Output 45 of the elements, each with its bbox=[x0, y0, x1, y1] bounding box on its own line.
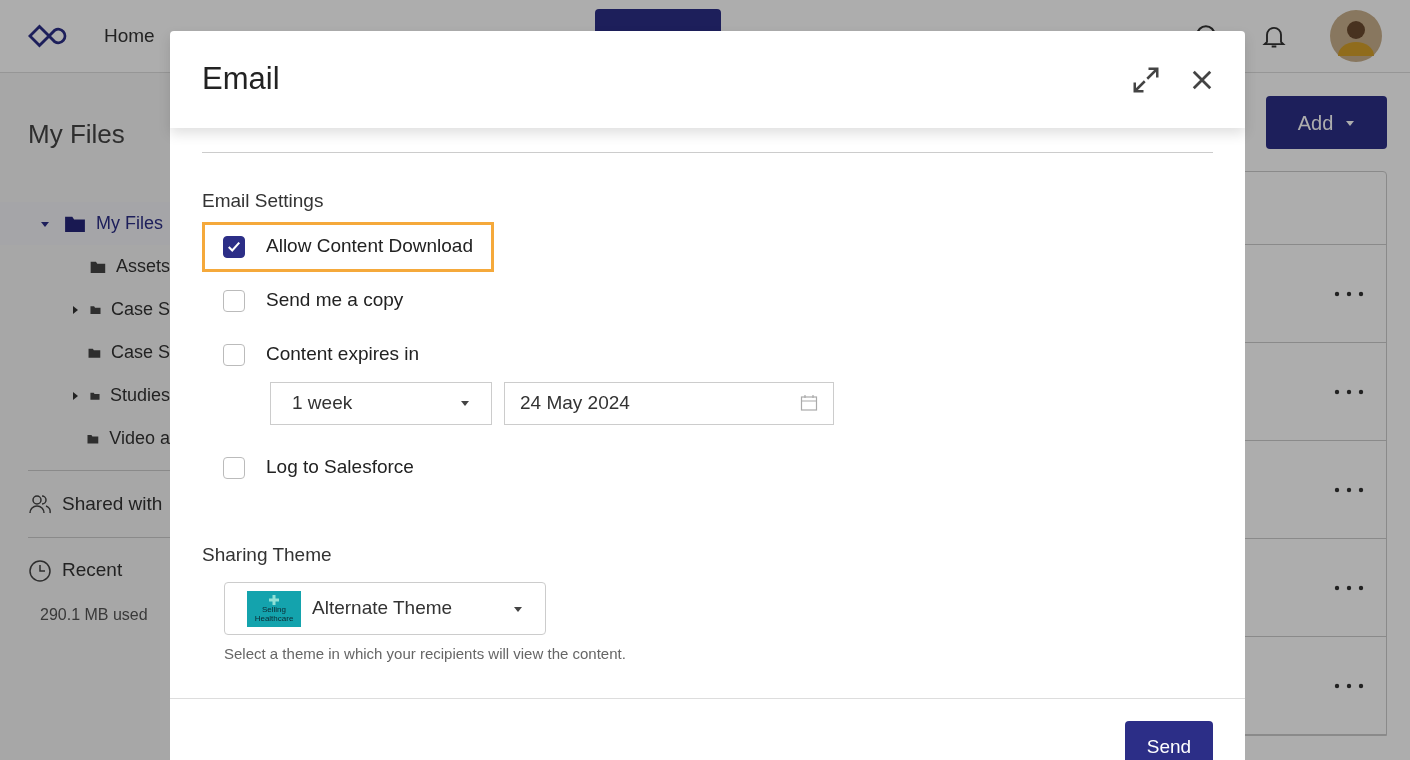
more-icon[interactable] bbox=[1334, 682, 1364, 689]
storage-used: 290.1 MB used bbox=[40, 605, 149, 625]
folder-icon bbox=[64, 214, 86, 233]
dialog-title: Email bbox=[202, 60, 280, 99]
more-icon[interactable] bbox=[1334, 290, 1364, 297]
folder-label[interactable]: My Files bbox=[96, 210, 163, 237]
checkbox[interactable] bbox=[223, 289, 245, 312]
theme-thumbnail: Selling Healthcare bbox=[247, 590, 301, 627]
checkbox-label[interactable]: Log to Salesforce bbox=[266, 453, 414, 482]
theme-select[interactable]: Selling Healthcare Alternate Theme bbox=[224, 582, 546, 635]
checkmark-icon bbox=[227, 239, 241, 254]
page-title: My Files bbox=[28, 118, 126, 151]
calendar-icon bbox=[800, 394, 818, 412]
section-label: Sharing Theme bbox=[202, 542, 333, 567]
avatar[interactable] bbox=[1330, 10, 1382, 62]
checkbox-label[interactable]: Send me a copy bbox=[266, 286, 404, 315]
folder-label[interactable]: Case S bbox=[110, 339, 170, 366]
folder-label[interactable]: Studies bbox=[109, 382, 170, 409]
folder-label[interactable]: Assets bbox=[115, 253, 170, 280]
people-icon bbox=[28, 492, 52, 516]
duration-select[interactable]: 1 week bbox=[270, 381, 492, 425]
more-icon[interactable] bbox=[1334, 388, 1364, 395]
sidebar-link[interactable]: Shared with bbox=[62, 489, 163, 519]
caret-icon bbox=[70, 390, 80, 401]
caret-icon bbox=[460, 398, 470, 408]
folder-label[interactable]: Case S bbox=[110, 296, 170, 323]
checkbox-label[interactable]: Allow Content Download bbox=[266, 232, 473, 261]
more-icon[interactable] bbox=[1334, 486, 1364, 493]
cross-icon bbox=[269, 594, 279, 605]
section-label: Email Settings bbox=[202, 189, 325, 213]
folder-label[interactable]: Video a bbox=[109, 425, 170, 452]
more-icon[interactable] bbox=[1334, 584, 1364, 591]
checkbox[interactable] bbox=[223, 456, 245, 479]
add-button[interactable]: Add bbox=[1266, 96, 1387, 149]
close-icon[interactable] bbox=[1191, 68, 1213, 91]
checkbox[interactable] bbox=[223, 343, 245, 366]
nav-link[interactable]: Home bbox=[104, 21, 155, 51]
sidebar-link[interactable]: Recent bbox=[62, 556, 123, 585]
caret-icon bbox=[70, 304, 80, 315]
checkbox[interactable] bbox=[223, 235, 245, 258]
send-button[interactable]: Send bbox=[1125, 720, 1213, 760]
date-field[interactable]: 24 May 2024 bbox=[504, 381, 834, 425]
checkbox-label[interactable]: Content expires in bbox=[266, 340, 420, 369]
theme-hint: Select a theme in which your recipients will view the content. bbox=[224, 644, 627, 664]
clock-icon bbox=[28, 558, 52, 583]
